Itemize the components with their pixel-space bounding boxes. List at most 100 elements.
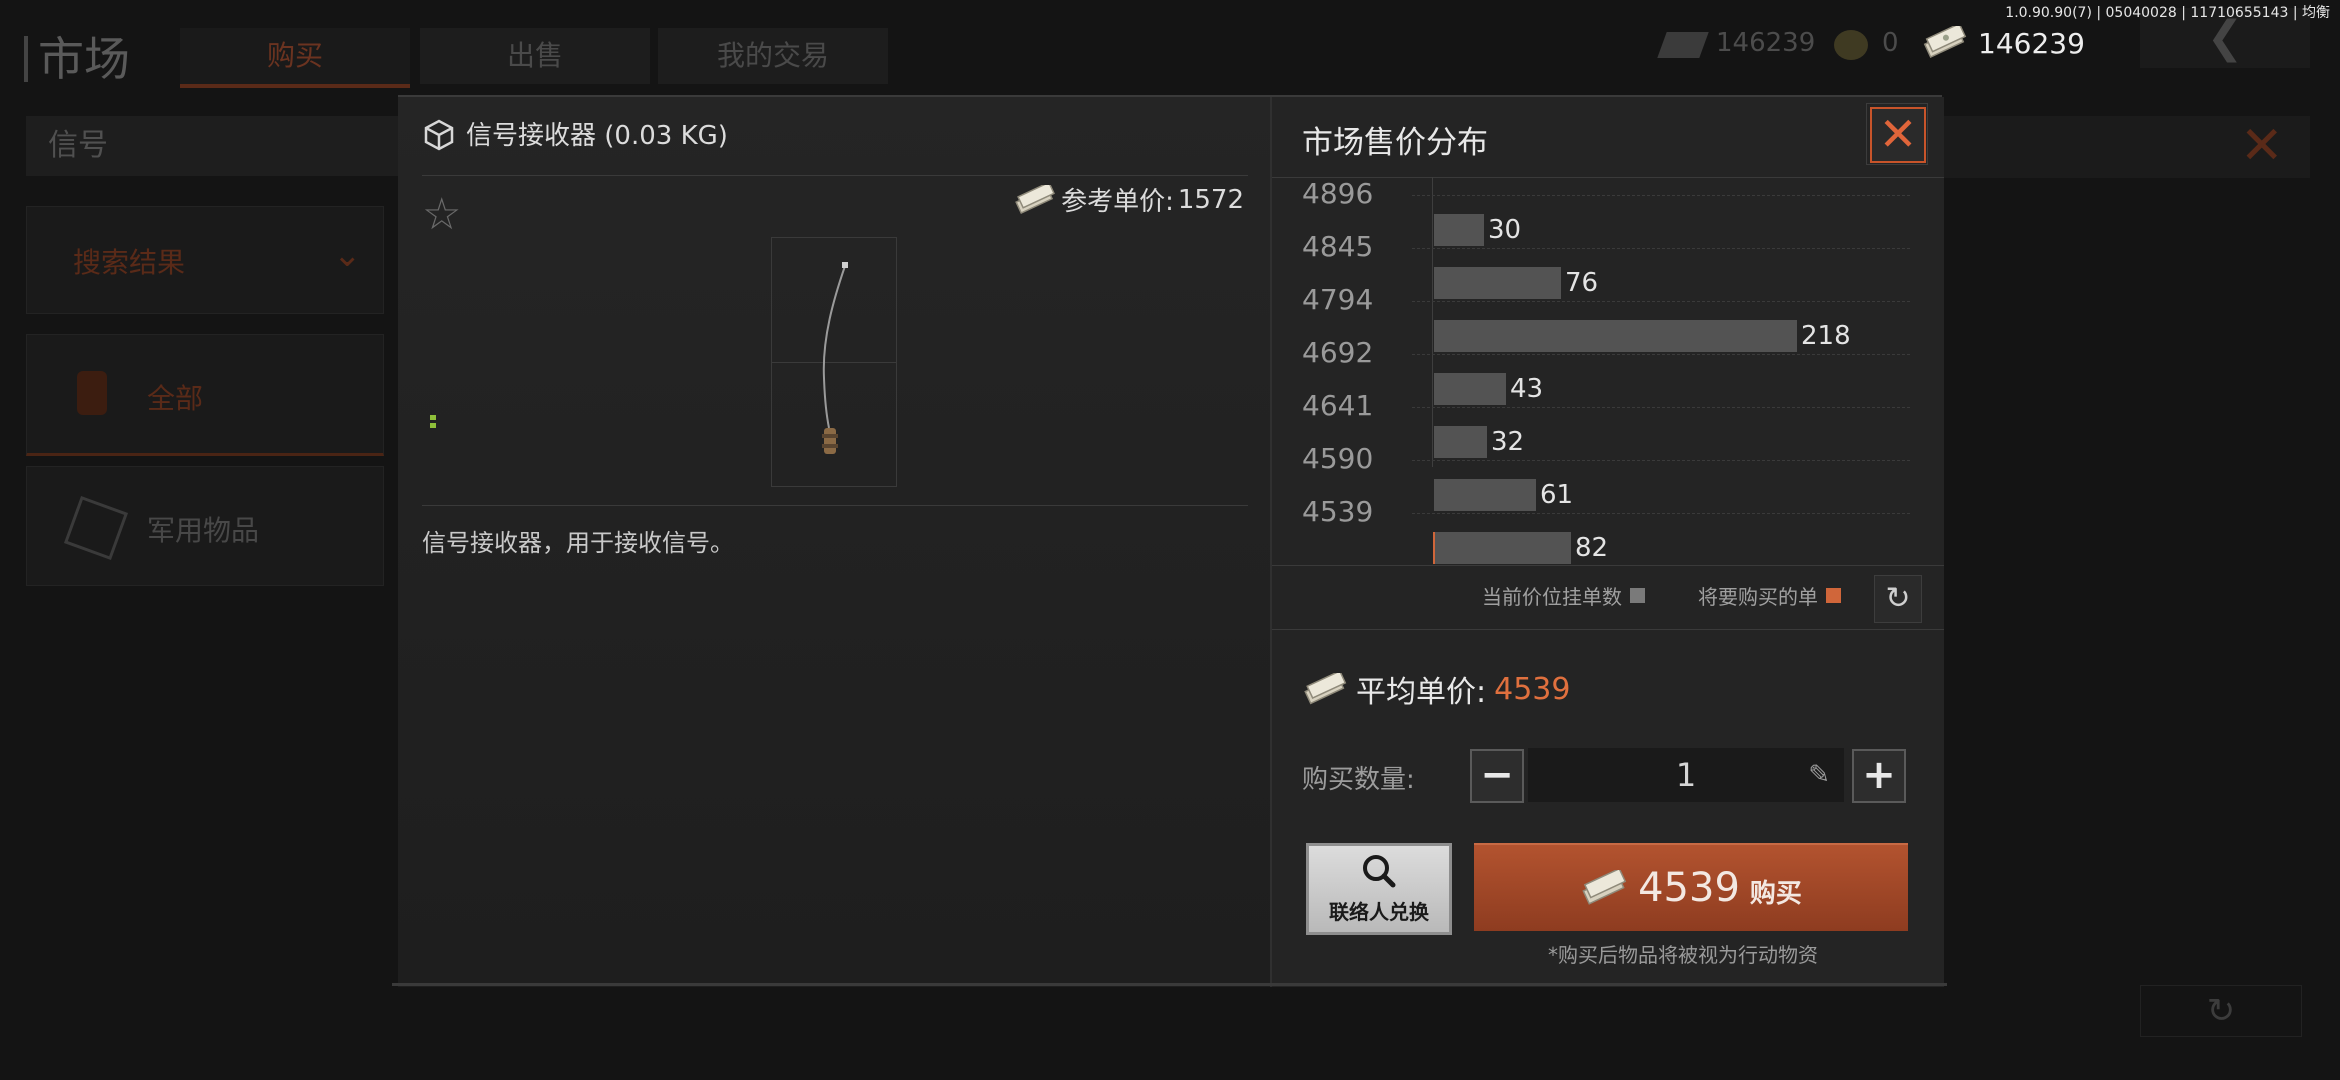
tab-sell[interactable]: 出售 — [420, 28, 650, 84]
market-title: 市场售价分布 — [1302, 125, 1488, 161]
refresh-icon[interactable]: ↻ — [2140, 985, 2302, 1037]
cash-icon — [1657, 32, 1709, 58]
currency-amount: 146239 — [1716, 28, 1816, 58]
gridline — [1412, 248, 1910, 249]
purchase-modal: 信号接收器 (0.03 KG) 参考单价: 1572 ☆ 信号接收器，用于接收信… — [398, 95, 1944, 987]
buy-label: 购买 — [1749, 878, 1802, 909]
quantity-value: 1 — [1675, 756, 1697, 794]
bar-value-label: 82 — [1575, 533, 1609, 563]
chart-bar — [1434, 267, 1561, 299]
money-amount: 146239 — [1978, 26, 2085, 60]
reference-price-label: 参考单价: — [1061, 187, 1174, 217]
close-button[interactable]: ✕ — [1870, 107, 1926, 163]
item-image-frame — [771, 237, 897, 487]
item-header: 信号接收器 (0.03 KG) — [422, 115, 728, 152]
y-tick-label: 4590 — [1302, 442, 1374, 475]
item-detail-panel: 信号接收器 (0.03 KG) 参考单价: 1572 ☆ 信号接收器，用于接收信… — [398, 97, 1270, 987]
y-tick-label: 4539 — [1302, 495, 1374, 528]
price-distribution-chart: 4896 4845 4794 4692 4641 4590 4539 30 76 218 43 32 6… — [1272, 177, 1944, 564]
buy-button[interactable]: 4539 购买 — [1474, 843, 1908, 931]
market-panel: 市场售价分布 ✕ 4896 4845 4794 4692 4641 4590 4539 30 7… — [1270, 97, 1944, 987]
category-all[interactable]: 全部 — [26, 334, 384, 456]
search-icon — [1363, 855, 1396, 888]
gridline — [1412, 407, 1910, 408]
reference-price-value: 1572 — [1177, 184, 1244, 215]
filter-label: 搜索结果 — [73, 246, 186, 279]
page-title: 市场 — [24, 36, 130, 82]
divider — [422, 175, 1248, 176]
buy-price: 4539 — [1638, 865, 1740, 911]
bar-value-label: 61 — [1540, 480, 1574, 510]
bar-value-label: 32 — [1491, 427, 1525, 457]
wallet: 146239 — [1920, 26, 2085, 60]
cash-stack-icon — [1923, 26, 1967, 58]
chart-bar — [1434, 426, 1487, 458]
coin-amount: 0 — [1882, 28, 1899, 58]
refresh-button[interactable]: ↻ — [1874, 575, 1922, 623]
legend-buying: 将要购买的单 — [1698, 581, 1841, 610]
favorite-star-icon[interactable]: ☆ — [422, 193, 461, 237]
divider — [1272, 565, 1944, 566]
y-tick-label: 4641 — [1302, 389, 1374, 422]
avg-price-value: 4539 — [1494, 671, 1571, 707]
clear-search-icon[interactable]: ✕ — [2240, 120, 2284, 172]
purchase-note: *购买后物品将被视为行动物资 — [1548, 943, 1818, 967]
item-name: 信号接收器 (0.03 KG) — [466, 121, 728, 151]
legend-buying-label: 将要购买的单 — [1698, 585, 1818, 609]
gridline — [1412, 195, 1910, 196]
chevron-down-icon: ⌄ — [333, 235, 362, 275]
gridline — [1412, 460, 1910, 461]
average-price: 平均单价: 4539 — [1302, 667, 1570, 711]
cash-stack-icon — [1582, 870, 1627, 905]
gridline — [1412, 354, 1910, 355]
chart-bar — [1434, 320, 1797, 352]
crate-icon — [424, 119, 454, 150]
search-input[interactable]: 信号 — [26, 116, 428, 176]
bar-value-label: 76 — [1565, 268, 1599, 298]
category-label: 军用物品 — [147, 514, 260, 547]
buying-marker — [1433, 532, 1435, 564]
cash-stack-icon — [1015, 184, 1056, 214]
tab-buy[interactable]: 购买 — [180, 28, 410, 88]
contact-exchange-button[interactable]: 联络人兑换 — [1306, 843, 1452, 935]
chart-axis — [1432, 177, 1433, 467]
quantity-input[interactable]: 1 ✎ — [1528, 748, 1844, 802]
crate-icon — [63, 495, 129, 561]
durability-indicator — [430, 415, 436, 431]
legend-current-swatch — [1630, 588, 1645, 603]
legend-current: 当前价位挂单数 — [1482, 581, 1645, 610]
chart-bar — [1434, 214, 1484, 246]
bar-value-label: 30 — [1488, 215, 1522, 245]
tab-my-trades[interactable]: 我的交易 — [658, 28, 888, 84]
cash-stack-icon — [1304, 673, 1347, 705]
modal-bottom-border — [392, 983, 1947, 986]
coin-icon — [1834, 30, 1868, 60]
chart-bar — [1434, 532, 1571, 564]
gridline — [1412, 513, 1910, 514]
quantity-increase-button[interactable]: + — [1852, 749, 1906, 803]
y-tick-label: 4794 — [1302, 283, 1374, 316]
reference-price: 参考单价: 1572 — [1013, 181, 1244, 218]
divider — [422, 505, 1248, 506]
version-info: 1.0.90.90(7) | 05040028 | 11710655143 | … — [2005, 5, 2330, 21]
y-tick-label: 4845 — [1302, 230, 1374, 263]
chart-bar — [1434, 373, 1506, 405]
barrel-icon — [77, 371, 107, 415]
signal-receiver-image — [822, 262, 848, 454]
legend-current-label: 当前价位挂单数 — [1482, 585, 1622, 609]
avg-price-label: 平均单价: — [1356, 675, 1487, 710]
item-description: 信号接收器，用于接收信号。 — [422, 529, 734, 557]
legend-buying-swatch — [1826, 588, 1841, 603]
category-label: 全部 — [147, 382, 204, 415]
divider — [1272, 629, 1944, 630]
bar-value-label: 218 — [1801, 321, 1851, 351]
category-military[interactable]: 军用物品 — [26, 466, 384, 586]
y-tick-label: 4896 — [1302, 177, 1374, 210]
gridline — [1412, 301, 1910, 302]
contact-button-label: 联络人兑换 — [1329, 900, 1429, 924]
quantity-label: 购买数量: — [1302, 765, 1415, 795]
chart-bar — [1434, 479, 1536, 511]
quantity-decrease-button[interactable]: − — [1470, 749, 1524, 803]
bar-value-label: 43 — [1510, 374, 1544, 404]
filter-dropdown[interactable]: 搜索结果 ⌄ — [26, 206, 384, 314]
